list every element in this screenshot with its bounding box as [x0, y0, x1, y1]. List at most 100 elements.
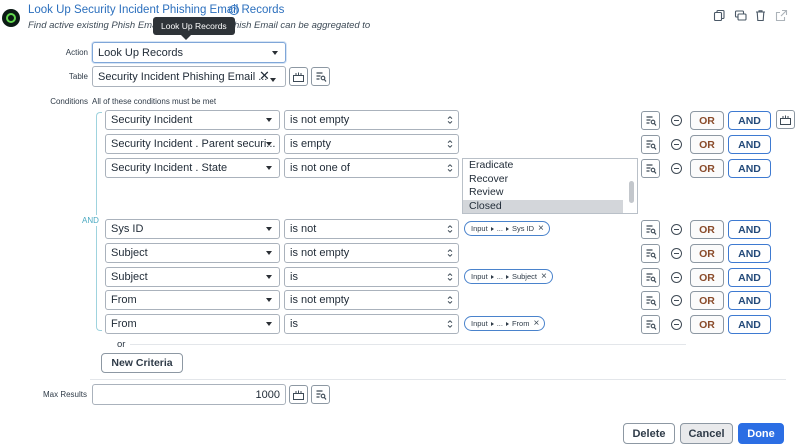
data-pill-picker-icon[interactable] [289, 385, 308, 404]
or-button[interactable]: OR [690, 111, 724, 130]
data-pill-picker-icon[interactable] [289, 67, 308, 86]
condition-field-select[interactable]: Security Incident [105, 110, 280, 130]
condition-builder-icon[interactable] [641, 111, 660, 130]
state-option[interactable]: Eradicate [463, 159, 623, 173]
condition-operator-select[interactable]: is [284, 267, 459, 287]
and-button[interactable]: AND [728, 244, 771, 263]
table-label: Table [68, 72, 88, 81]
pill-arrow-icon [490, 274, 494, 279]
or-button[interactable]: OR [690, 135, 724, 154]
condition-field-select[interactable]: Subject [105, 267, 280, 287]
condition-field-value: From [111, 294, 137, 306]
or-button[interactable]: OR [690, 244, 724, 263]
and-button[interactable]: AND [728, 111, 771, 130]
help-icon[interactable]: ? [229, 5, 239, 15]
condition-builder-icon[interactable] [641, 291, 660, 310]
chevron-down-icon [272, 50, 278, 55]
remove-condition-icon[interactable] [671, 139, 682, 150]
condition-operator-select[interactable]: is not empty [284, 243, 459, 263]
and-button[interactable]: AND [728, 268, 771, 287]
chevron-down-icon[interactable] [270, 78, 276, 82]
data-pill[interactable]: Input... Sys ID × [464, 221, 550, 236]
condition-field-value: Security Incident [111, 114, 193, 126]
remove-condition-icon[interactable] [671, 163, 682, 174]
condition-operator-value: is [290, 271, 298, 283]
remove-condition-icon[interactable] [671, 115, 682, 126]
external-link-icon[interactable] [775, 9, 788, 22]
and-button[interactable]: AND [728, 291, 771, 310]
and-button[interactable]: AND [728, 220, 771, 239]
condition-field-value: Subject [111, 271, 148, 283]
delete-button[interactable]: Delete [623, 423, 675, 444]
condition-operator-select[interactable]: is not [284, 219, 459, 239]
condition-builder-icon[interactable] [641, 159, 660, 178]
remove-condition-icon[interactable] [671, 295, 682, 306]
condition-field-select[interactable]: Subject [105, 243, 280, 263]
trash-icon[interactable] [754, 9, 767, 22]
condition-field-select[interactable]: Security Incident . State [105, 158, 280, 178]
condition-operator-select[interactable]: is not empty [284, 290, 459, 310]
or-separator-line [130, 344, 686, 345]
pill-remove-icon[interactable]: × [538, 223, 544, 234]
condition-builder-icon[interactable] [641, 244, 660, 263]
comment-icon[interactable] [734, 9, 747, 22]
select-chevron-icon [447, 225, 453, 233]
clear-icon[interactable]: ✕ [259, 69, 270, 83]
remove-condition-icon[interactable] [671, 224, 682, 235]
listbox-scrollbar[interactable] [629, 181, 634, 203]
and-button[interactable]: AND [728, 135, 771, 154]
condition-field-select[interactable]: Security Incident . Parent securi... [105, 134, 280, 154]
max-results-input[interactable]: 1000 [92, 384, 286, 405]
condition-operator-value: is [290, 318, 298, 330]
or-button[interactable]: OR [690, 268, 724, 287]
cancel-button[interactable]: Cancel [680, 423, 733, 444]
select-chevron-icon [447, 140, 453, 148]
pill-source: Input [471, 319, 488, 328]
chevron-down-icon [266, 227, 272, 231]
remove-condition-icon[interactable] [671, 319, 682, 330]
and-button[interactable]: AND [728, 159, 771, 178]
condition-operator-select[interactable]: is empty [284, 134, 459, 154]
condition-builder-icon[interactable] [311, 67, 330, 86]
condition-builder-icon[interactable] [641, 135, 660, 154]
new-criteria-button[interactable]: New Criteria [101, 353, 183, 373]
chevron-down-icon [266, 322, 272, 326]
conditions-label: Conditions [50, 97, 88, 106]
pill-arrow-icon [505, 321, 509, 326]
step-title[interactable]: Look Up Security Incident Phishing Email… [28, 4, 284, 16]
condition-builder-icon[interactable] [641, 268, 660, 287]
or-button[interactable]: OR [690, 159, 724, 178]
pill-source: Input [471, 224, 488, 233]
or-button[interactable]: OR [690, 315, 724, 334]
condition-operator-select[interactable]: is not empty [284, 110, 459, 130]
data-pill[interactable]: Input... From × [464, 316, 546, 331]
or-button[interactable]: OR [690, 220, 724, 239]
copy-icon[interactable] [713, 9, 726, 22]
step-logo-icon [2, 9, 20, 27]
or-button[interactable]: OR [690, 291, 724, 310]
pill-remove-icon[interactable]: × [541, 271, 547, 282]
condition-builder-icon[interactable] [641, 315, 660, 334]
done-button[interactable]: Done [738, 423, 784, 444]
pill-arrow-icon [490, 226, 494, 231]
action-select[interactable]: Look Up Records [92, 42, 286, 63]
state-option[interactable]: Closed [463, 199, 623, 213]
table-select[interactable]: Security Incident Phishing Email ... [92, 66, 286, 87]
pill-remove-icon[interactable]: × [533, 318, 539, 329]
and-button[interactable]: AND [728, 315, 771, 334]
data-pill-picker-icon[interactable] [776, 110, 795, 129]
state-options-listbox[interactable]: Eradicate Recover Review Closed [462, 158, 638, 214]
remove-condition-icon[interactable] [671, 272, 682, 283]
data-pill[interactable]: Input... Subject × [464, 269, 553, 284]
condition-builder-icon[interactable] [641, 220, 660, 239]
state-option[interactable]: Recover [463, 173, 623, 187]
condition-builder-icon[interactable] [311, 385, 330, 404]
select-chevron-icon [447, 296, 453, 304]
condition-operator-select[interactable]: is not one of [284, 158, 459, 178]
condition-operator-select[interactable]: is [284, 314, 459, 334]
remove-condition-icon[interactable] [671, 248, 682, 259]
state-option[interactable]: Review [463, 186, 623, 200]
condition-field-select[interactable]: From [105, 290, 280, 310]
condition-field-select[interactable]: Sys ID [105, 219, 280, 239]
condition-field-select[interactable]: From [105, 314, 280, 334]
